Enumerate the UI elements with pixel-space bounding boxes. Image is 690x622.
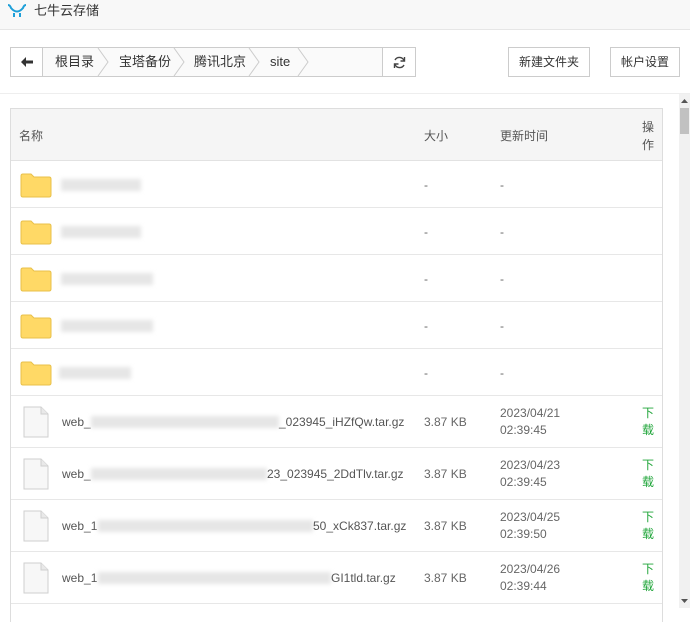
folder-modified: - <box>500 319 504 333</box>
file-time: 02:39:50 <box>500 527 547 541</box>
file-time: 02:39:45 <box>500 475 547 489</box>
redacted-name <box>61 179 141 191</box>
file-date: 2023/04/23 <box>500 458 561 472</box>
folder-size: - <box>424 178 428 192</box>
folder-row[interactable]: - - <box>11 302 662 349</box>
folder-row[interactable]: - - <box>11 161 662 208</box>
breadcrumb-item-root[interactable]: 根目录 <box>43 48 94 76</box>
header-name[interactable]: 名称 <box>19 127 43 144</box>
folder-modified: - <box>500 225 504 239</box>
folder-row[interactable]: - - <box>11 349 662 396</box>
file-table: 名称 大小 更新时间 操 作 - - - - - - - - - - web_ … <box>10 108 663 622</box>
file-size: 3.87 KB <box>424 467 467 481</box>
file-name-prefix[interactable]: web_1 <box>62 571 97 585</box>
qiniu-logo-icon <box>7 4 27 17</box>
file-size: 3.87 KB <box>424 571 467 585</box>
folder-icon <box>20 173 52 198</box>
download-link[interactable]: 下 <box>642 561 656 578</box>
download-link[interactable]: 载 <box>642 578 656 595</box>
file-row[interactable]: web_ 23_023945_2DdTlv.tar.gz 3.87 KB 202… <box>11 448 662 500</box>
refresh-icon <box>393 56 405 68</box>
redacted-name <box>61 320 153 332</box>
folder-icon <box>20 267 52 292</box>
header-modified[interactable]: 更新时间 <box>500 127 548 144</box>
table-header: 名称 大小 更新时间 操 作 <box>11 109 662 161</box>
file-name-prefix[interactable]: web_ <box>62 415 91 429</box>
file-icon <box>23 510 49 542</box>
redacted-name <box>61 226 141 238</box>
file-size: 3.87 KB <box>424 519 467 533</box>
download-link[interactable]: 下 <box>642 405 656 422</box>
scroll-up-icon[interactable] <box>679 94 690 108</box>
header-action-1: 操 <box>642 120 655 134</box>
file-name-prefix[interactable]: web_ <box>62 467 91 481</box>
file-icon <box>23 458 49 490</box>
folder-modified: - <box>500 178 504 192</box>
scroll-thumb[interactable] <box>680 108 689 134</box>
file-date: 2023/04/26 <box>500 562 561 576</box>
account-settings-button[interactable]: 帐户设置 <box>610 47 680 77</box>
title-bar: 七牛云存储 <box>0 0 690 30</box>
folder-row[interactable]: - - <box>11 255 662 302</box>
header-size[interactable]: 大小 <box>424 127 448 144</box>
toolbar: 根目录 宝塔备份 腾讯北京 site 新建文件夹 帐户设置 <box>0 30 690 94</box>
folder-modified: - <box>500 366 504 380</box>
back-arrow-icon <box>20 57 33 67</box>
file-time: 02:39:45 <box>500 423 547 437</box>
download-link[interactable]: 载 <box>642 526 656 543</box>
folder-size: - <box>424 319 428 333</box>
header-action-2: 作 <box>642 138 655 152</box>
folder-row[interactable]: - - <box>11 208 662 255</box>
file-name-suffix[interactable]: 50_xCk837.tar.gz <box>313 519 406 533</box>
folder-icon <box>20 314 52 339</box>
folder-size: - <box>424 366 428 380</box>
redacted-name <box>59 367 131 379</box>
breadcrumb-item-region[interactable]: 腾讯北京 <box>182 48 246 76</box>
refresh-button[interactable] <box>382 48 415 76</box>
file-row[interactable]: web_1 GI1tld.tar.gz 3.87 KB 2023/04/26 0… <box>11 552 662 604</box>
file-size: 3.87 KB <box>424 415 467 429</box>
folder-size: - <box>424 225 428 239</box>
folder-icon <box>20 361 52 386</box>
download-link[interactable]: 下 <box>642 457 656 474</box>
folder-modified: - <box>500 272 504 286</box>
file-time: 02:39:44 <box>500 579 547 593</box>
redacted-name <box>61 273 153 285</box>
file-name-suffix[interactable]: _023945_iHZfQw.tar.gz <box>279 415 404 429</box>
window-title: 七牛云存储 <box>34 3 100 18</box>
file-date: 2023/04/21 <box>500 406 561 420</box>
download-link[interactable]: 载 <box>642 422 656 439</box>
back-button[interactable] <box>11 48 43 76</box>
scroll-down-icon[interactable] <box>679 594 690 608</box>
redacted-name <box>98 520 313 532</box>
download-link[interactable]: 载 <box>642 474 656 491</box>
file-row[interactable]: web_1 50_xCk837.tar.gz 3.87 KB 2023/04/2… <box>11 500 662 552</box>
folder-size: - <box>424 272 428 286</box>
file-name-suffix[interactable]: GI1tld.tar.gz <box>331 571 396 585</box>
breadcrumb: 根目录 宝塔备份 腾讯北京 site <box>10 47 416 77</box>
file-row[interactable]: web_ _023945_iHZfQw.tar.gz 3.87 KB 2023/… <box>11 396 662 448</box>
vertical-scrollbar[interactable] <box>679 94 690 608</box>
file-name-suffix[interactable]: 23_023945_2DdTlv.tar.gz <box>267 467 404 481</box>
redacted-name <box>98 572 331 584</box>
file-date: 2023/04/25 <box>500 510 561 524</box>
file-icon <box>23 562 49 594</box>
chevron-separator-icon <box>297 48 309 76</box>
breadcrumb-item-backup[interactable]: 宝塔备份 <box>107 48 171 76</box>
redacted-name <box>91 416 279 428</box>
breadcrumb-item-site[interactable]: site <box>258 48 290 76</box>
folder-icon <box>20 220 52 245</box>
redacted-name <box>91 468 267 480</box>
new-folder-button[interactable]: 新建文件夹 <box>508 47 590 77</box>
download-link[interactable]: 下 <box>642 509 656 526</box>
file-icon <box>23 406 49 438</box>
file-name-prefix[interactable]: web_1 <box>62 519 97 533</box>
